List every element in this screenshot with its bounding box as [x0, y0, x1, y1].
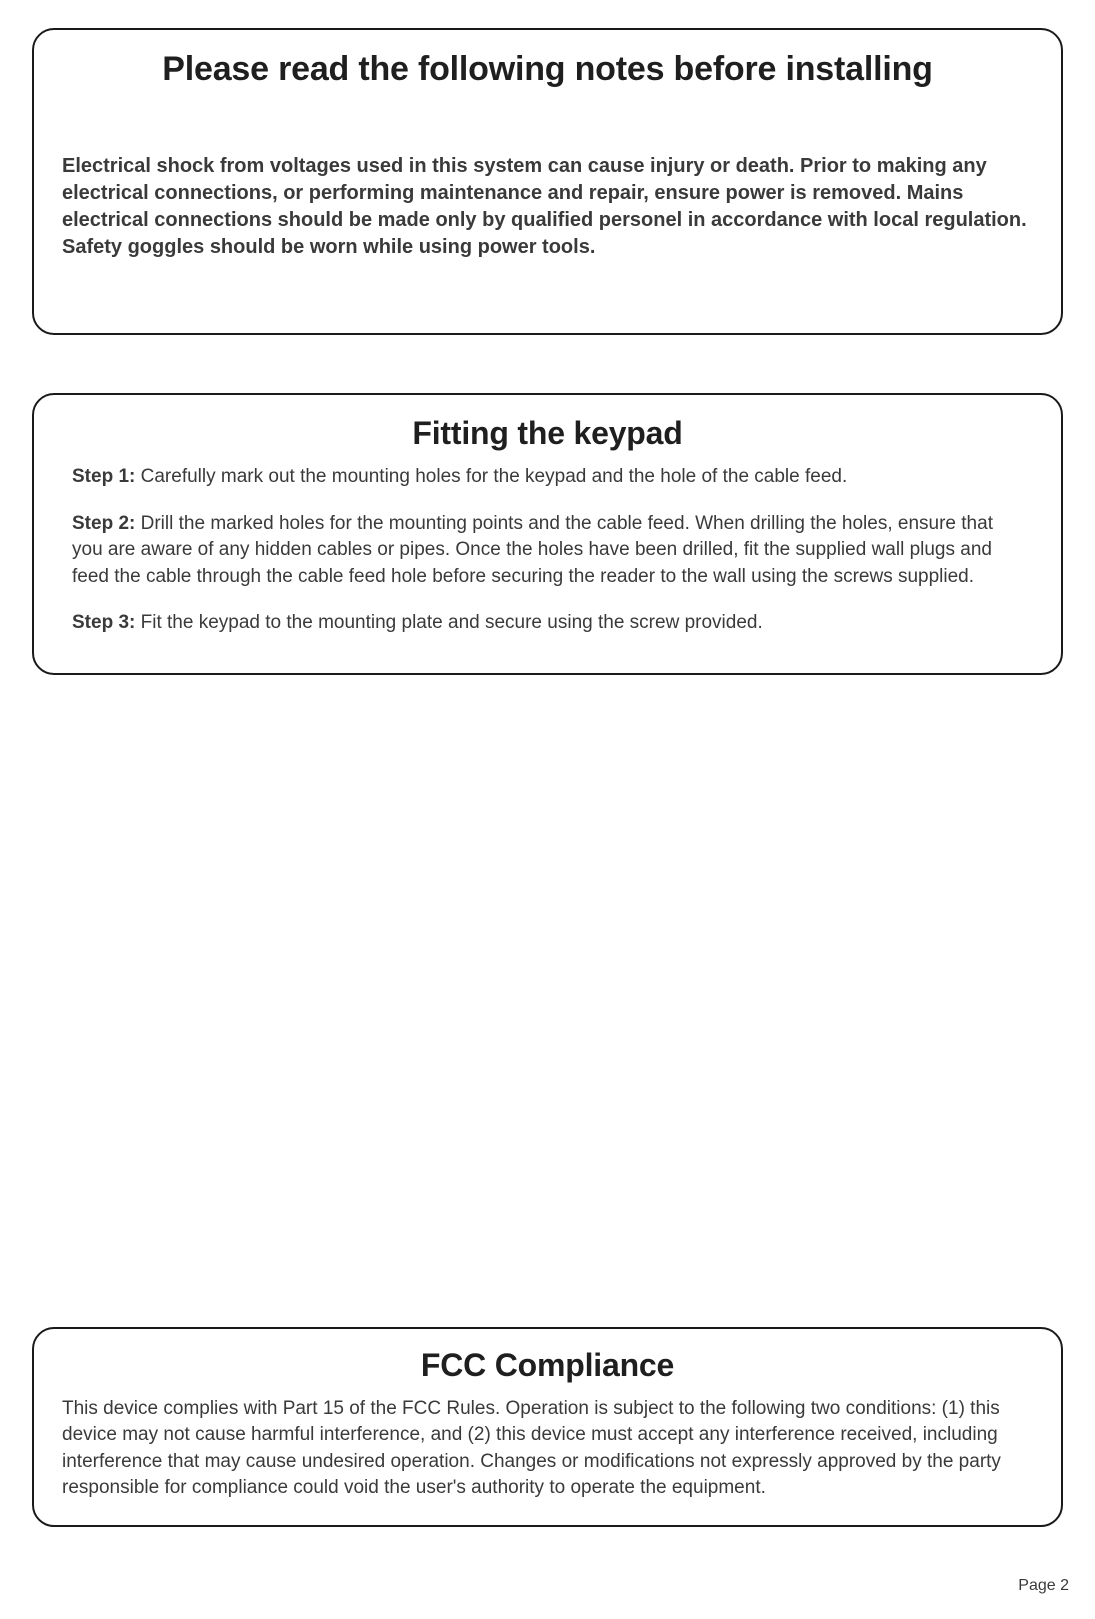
fcc-title: FCC Compliance — [62, 1347, 1033, 1384]
fcc-body: This device complies with Part 15 of the… — [62, 1396, 1033, 1501]
fcc-panel: FCC Compliance This device complies with… — [32, 1327, 1063, 1527]
fitting-step-2: Step 2: Drill the marked holes for the m… — [72, 511, 1023, 591]
fitting-step-3: Step 3: Fit the keypad to the mounting p… — [72, 610, 1023, 637]
fitting-panel: Fitting the keypad Step 1: Carefully mar… — [32, 393, 1063, 675]
step-label: Step 3: — [72, 612, 135, 633]
warning-title: Please read the following notes before i… — [62, 50, 1033, 89]
step-text: Fit the keypad to the mounting plate and… — [135, 612, 762, 633]
step-text: Drill the marked holes for the mounting … — [72, 513, 993, 587]
fitting-step-1: Step 1: Carefully mark out the mounting … — [72, 464, 1023, 491]
step-label: Step 1: — [72, 466, 135, 487]
warning-panel: Please read the following notes before i… — [32, 28, 1063, 335]
warning-body: Electrical shock from voltages used in t… — [62, 153, 1033, 261]
fitting-title: Fitting the keypad — [72, 415, 1023, 452]
step-text: Carefully mark out the mounting holes fo… — [135, 466, 847, 487]
step-label: Step 2: — [72, 513, 135, 534]
page-number: Page 2 — [1018, 1577, 1069, 1595]
